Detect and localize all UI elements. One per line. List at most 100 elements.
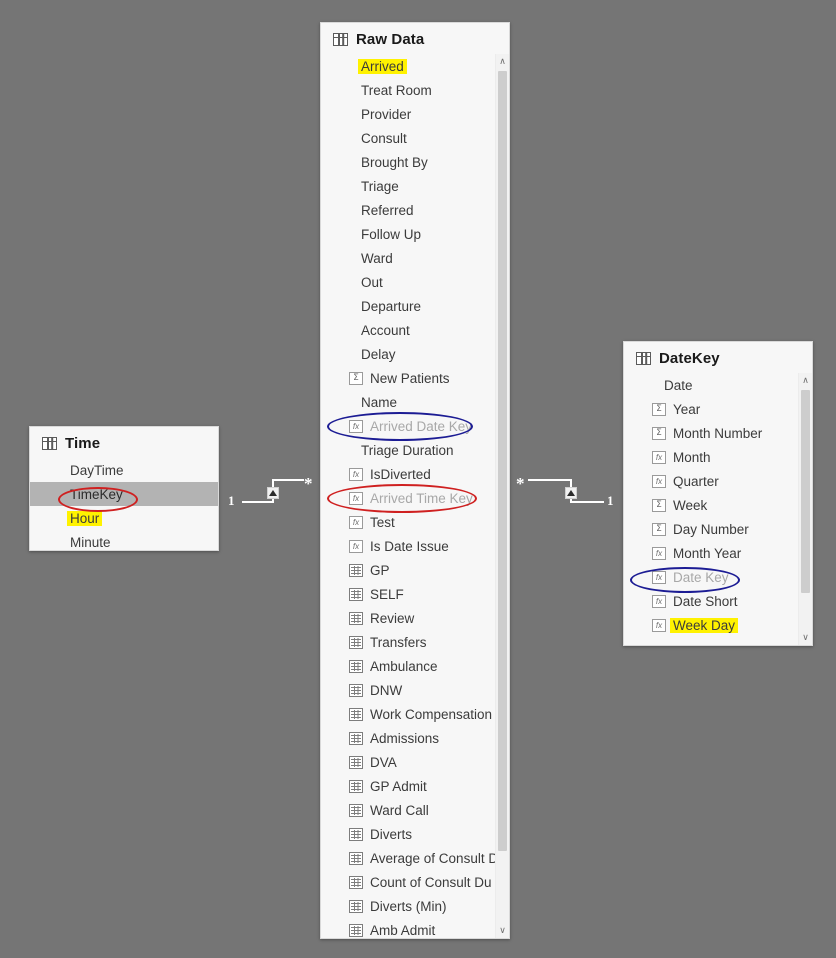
measure-icon	[349, 587, 363, 601]
field-row[interactable]: Provider	[321, 102, 509, 126]
field-row[interactable]: Ambulance	[321, 654, 509, 678]
table-card-raw-data[interactable]: Raw Data Arrived Treat Room Provider Consul…	[320, 22, 510, 939]
scroll-thumb[interactable]	[801, 390, 810, 593]
field-row[interactable]: fx Quarter	[624, 469, 812, 493]
field-row[interactable]: fx IsDiverted	[321, 462, 509, 486]
fx-icon: fx	[349, 539, 363, 553]
scrollbar-datekey[interactable]: ∧ ∨	[798, 373, 812, 645]
measure-icon	[349, 611, 363, 625]
field-label: Consult	[361, 130, 407, 146]
relationship-rawdata-to-datekey[interactable]: * 1	[514, 465, 620, 515]
measure-icon	[349, 563, 363, 577]
field-row[interactable]: Out	[321, 270, 509, 294]
scroll-up-arrow[interactable]: ∧	[799, 373, 812, 388]
field-row[interactable]: Diverts	[321, 822, 509, 846]
field-row[interactable]: Ward Call	[321, 798, 509, 822]
field-row[interactable]: fx Month Year	[624, 541, 812, 565]
field-row[interactable]: Σ Year	[624, 397, 812, 421]
field-label: GP Admit	[370, 778, 427, 794]
field-label: Hour	[67, 510, 103, 526]
field-row[interactable]: Follow Up	[321, 222, 509, 246]
field-label: Amb Admit	[370, 922, 436, 938]
field-row[interactable]: Referred	[321, 198, 509, 222]
field-row[interactable]: Arrived	[321, 54, 509, 78]
scroll-down-arrow[interactable]: ∨	[496, 923, 509, 938]
relationship-line	[272, 479, 304, 481]
field-row[interactable]: Triage Duration	[321, 438, 509, 462]
field-row[interactable]: Account	[321, 318, 509, 342]
field-row[interactable]: Date	[624, 373, 812, 397]
table-icon	[636, 352, 651, 365]
field-row[interactable]: Σ Month Number	[624, 421, 812, 445]
field-row[interactable]: Admissions	[321, 726, 509, 750]
field-row[interactable]: fx Month	[624, 445, 812, 469]
scrollbar-raw-data[interactable]: ∧ ∨	[495, 54, 509, 938]
field-row[interactable]: Triage	[321, 174, 509, 198]
field-label: Treat Room	[361, 82, 432, 98]
field-row[interactable]: DayTime	[30, 458, 218, 482]
field-row[interactable]: Amb Admit	[321, 918, 509, 938]
relationship-time-to-rawdata[interactable]: 1 *	[228, 465, 320, 515]
sigma-icon: Σ	[652, 402, 666, 416]
field-label: Triage	[361, 178, 399, 194]
field-row[interactable]: Transfers	[321, 630, 509, 654]
field-list-datekey: Date Σ Year Σ Month Number fx Month fx Quarter Σ W…	[624, 373, 812, 645]
field-label: Review	[370, 610, 415, 626]
field-label: Arrived	[358, 58, 407, 74]
fx-icon: fx	[349, 467, 363, 481]
field-label: Out	[361, 274, 383, 290]
field-row[interactable]: Departure	[321, 294, 509, 318]
field-row[interactable]: DNW	[321, 678, 509, 702]
field-label: Average of Consult D	[370, 850, 499, 866]
field-row[interactable]: Count of Consult Du	[321, 870, 509, 894]
field-label: Departure	[361, 298, 422, 314]
field-row[interactable]: GP	[321, 558, 509, 582]
field-row[interactable]: Delay	[321, 342, 509, 366]
scroll-down-arrow[interactable]: ∨	[799, 630, 812, 645]
field-row[interactable]: Treat Room	[321, 78, 509, 102]
annotation-red-circle-arrived-time-key	[327, 484, 477, 513]
fx-icon: fx	[652, 450, 666, 464]
field-row[interactable]: Review	[321, 606, 509, 630]
field-row[interactable]: Σ Week	[624, 493, 812, 517]
fx-icon: fx	[652, 546, 666, 560]
table-header-datekey: DateKey	[624, 342, 812, 373]
field-label: Name	[361, 394, 398, 410]
field-row[interactable]: DVA	[321, 750, 509, 774]
measure-icon	[349, 899, 363, 913]
field-row[interactable]: Minute	[30, 530, 218, 550]
field-row[interactable]: GP Admit	[321, 774, 509, 798]
field-row[interactable]: Ward	[321, 246, 509, 270]
field-label: Month Year	[673, 545, 742, 561]
field-row[interactable]: Average of Consult D	[321, 846, 509, 870]
field-row[interactable]: Σ New Patients	[321, 366, 509, 390]
field-row[interactable]: Consult	[321, 126, 509, 150]
field-label: Count of Consult Du	[370, 874, 492, 890]
field-row[interactable]: SELF	[321, 582, 509, 606]
field-row[interactable]: Name	[321, 390, 509, 414]
field-row[interactable]: Brought By	[321, 150, 509, 174]
field-row[interactable]: fx Test	[321, 510, 509, 534]
field-row[interactable]: Diverts (Min)	[321, 894, 509, 918]
field-label: Delay	[361, 346, 396, 362]
field-label: DNW	[370, 682, 403, 698]
table-card-time[interactable]: Time DayTime TimeKey Hour Minute	[29, 426, 219, 551]
relationship-line	[528, 479, 572, 481]
table-card-datekey[interactable]: DateKey Date Σ Year Σ Month Number fx Month fx Q…	[623, 341, 813, 646]
scroll-up-arrow[interactable]: ∧	[496, 54, 509, 69]
field-label: DayTime	[70, 462, 124, 478]
field-row[interactable]: fx Is Date Issue	[321, 534, 509, 558]
field-label: Month Number	[673, 425, 763, 441]
field-label: Diverts	[370, 826, 413, 842]
field-label: Work Compensation	[370, 706, 493, 722]
field-row[interactable]: fx Date Short	[624, 589, 812, 613]
field-row[interactable]: Work Compensation	[321, 702, 509, 726]
scroll-thumb[interactable]	[498, 71, 507, 851]
field-row[interactable]: fx Week Day	[624, 613, 812, 637]
field-label: Transfers	[370, 634, 427, 650]
field-label: Admissions	[370, 730, 440, 746]
sigma-icon: Σ	[349, 371, 363, 385]
field-row[interactable]: Hour	[30, 506, 218, 530]
field-row[interactable]: Σ Day Number	[624, 517, 812, 541]
field-label: Date Short	[673, 593, 738, 609]
